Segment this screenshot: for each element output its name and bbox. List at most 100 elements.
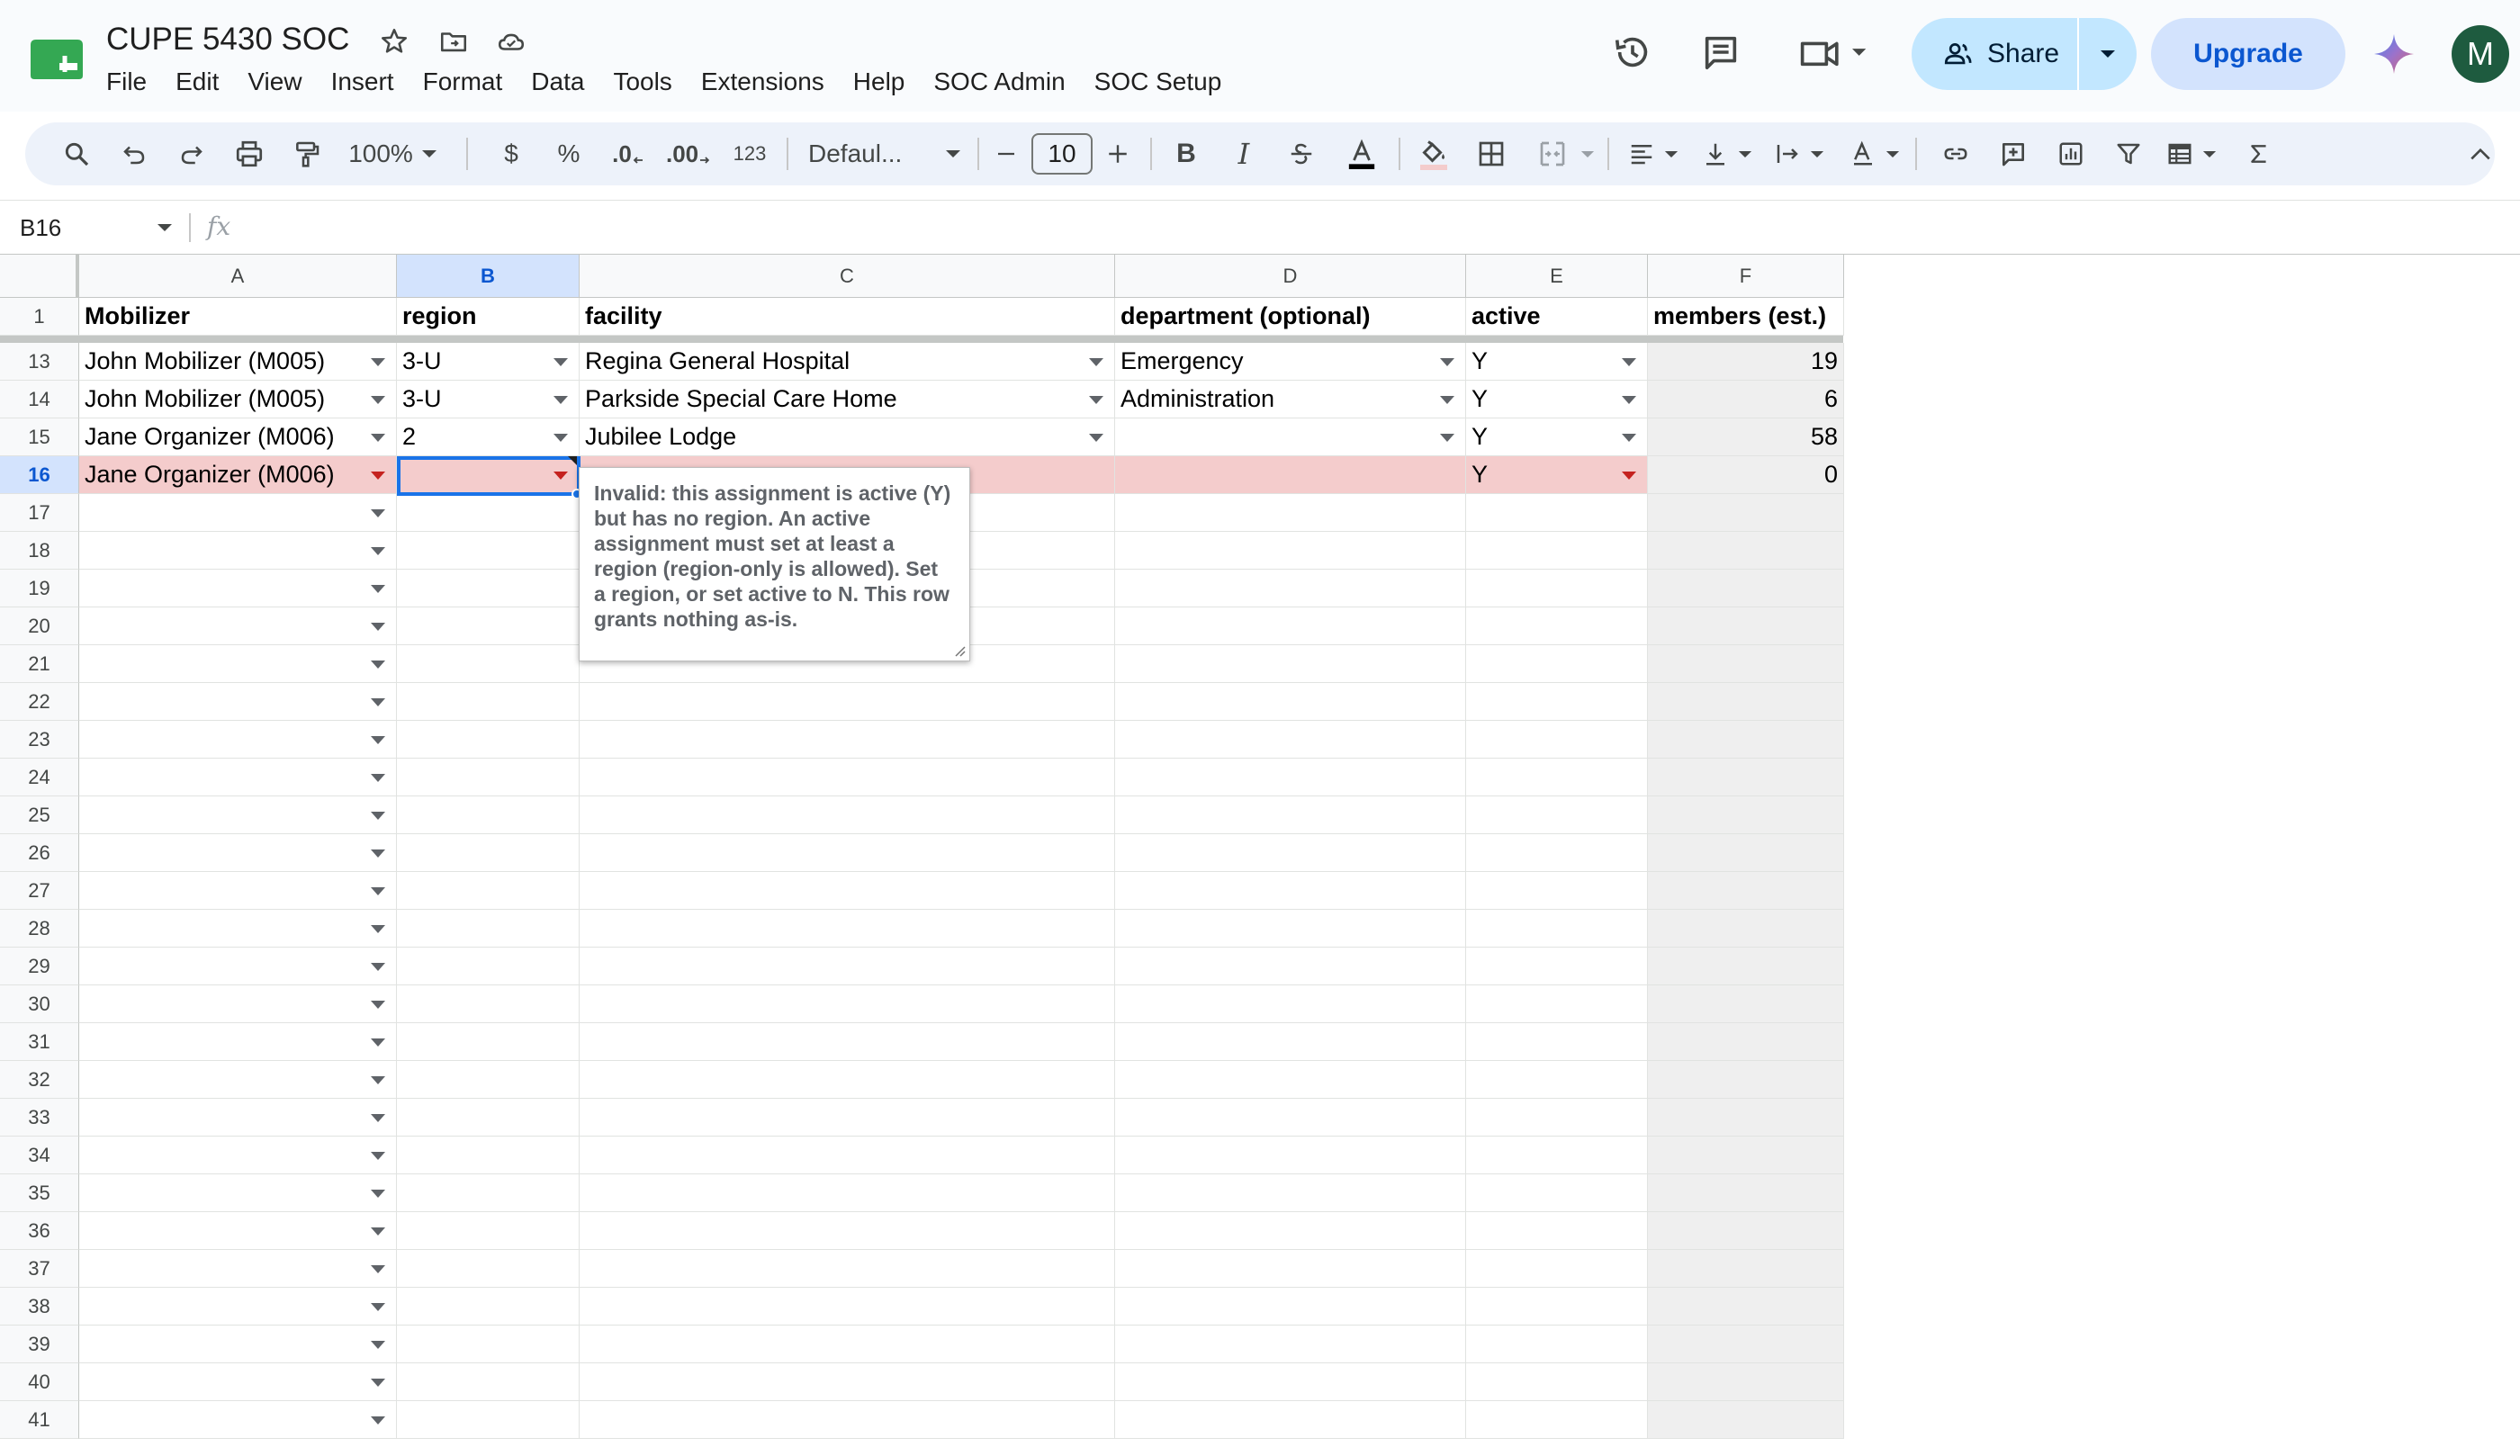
upgrade-button[interactable]: Upgrade [2151, 18, 2345, 90]
table-cell[interactable] [1115, 1288, 1466, 1326]
table-cell[interactable]: 19 [1648, 343, 1844, 381]
table-cell[interactable] [1466, 948, 1648, 985]
table-cell[interactable] [397, 1061, 580, 1099]
strikethrough-icon[interactable] [1283, 122, 1319, 185]
table-cell[interactable]: 3-U [397, 381, 580, 418]
table-cell[interactable] [79, 1401, 397, 1439]
row-header[interactable]: 37 [0, 1250, 79, 1288]
table-cell[interactable] [580, 872, 1115, 910]
table-cell[interactable] [580, 1363, 1115, 1401]
dropdown-chevron-icon[interactable] [1440, 396, 1454, 404]
table-cell[interactable] [397, 532, 580, 570]
menu-view[interactable]: View [233, 63, 316, 101]
format-currency-button[interactable]: $ [493, 122, 529, 185]
table-cell[interactable] [1466, 1137, 1648, 1174]
table-cell[interactable] [1466, 683, 1648, 721]
borders-icon[interactable] [1469, 122, 1514, 185]
dropdown-chevron-icon[interactable] [554, 434, 568, 442]
insert-chart-icon[interactable] [2048, 122, 2093, 185]
table-cell[interactable] [397, 1174, 580, 1212]
table-cell[interactable]: Jane Organizer (M006) [79, 456, 397, 494]
table-cell[interactable] [397, 1099, 580, 1137]
dropdown-chevron-icon[interactable] [371, 547, 385, 555]
version-history-icon[interactable] [1607, 27, 1658, 77]
menu-data[interactable]: Data [517, 63, 598, 101]
column-header-c[interactable]: C [580, 255, 1115, 298]
bold-button[interactable]: B [1168, 122, 1204, 185]
table-cell[interactable] [1466, 607, 1648, 645]
table-cell[interactable] [397, 607, 580, 645]
filter-icon[interactable] [2106, 122, 2151, 185]
menu-soc-setup[interactable]: SOC Setup [1080, 63, 1237, 101]
table-cell[interactable] [1115, 1023, 1466, 1061]
dropdown-chevron-icon[interactable] [371, 1038, 385, 1047]
table-chevron-down-icon[interactable] [2200, 122, 2219, 185]
table-cell[interactable] [397, 570, 580, 607]
row-header[interactable]: 27 [0, 872, 79, 910]
table-cell[interactable] [1115, 759, 1466, 796]
table-cell[interactable] [79, 1288, 397, 1326]
table-cell[interactable] [1648, 721, 1844, 759]
dropdown-chevron-icon[interactable] [371, 963, 385, 971]
menu-insert[interactable]: Insert [317, 63, 409, 101]
row-header[interactable]: 30 [0, 985, 79, 1023]
row-header[interactable]: 14 [0, 381, 79, 418]
table-cell[interactable] [79, 1326, 397, 1363]
font-chevron-down-icon[interactable] [940, 122, 967, 185]
table-cell[interactable] [580, 759, 1115, 796]
row-header[interactable]: 17 [0, 494, 79, 532]
table-cell[interactable] [79, 985, 397, 1023]
row-header[interactable]: 33 [0, 1099, 79, 1137]
table-cell[interactable] [79, 1137, 397, 1174]
dropdown-chevron-icon[interactable] [371, 1341, 385, 1349]
table-cell[interactable] [1115, 910, 1466, 948]
menu-edit[interactable]: Edit [161, 63, 233, 101]
table-cell[interactable] [1115, 456, 1466, 494]
table-cell[interactable] [1466, 1023, 1648, 1061]
name-box[interactable]: B16 [20, 210, 173, 246]
table-cell[interactable] [1648, 1326, 1844, 1363]
table-cell[interactable] [1466, 872, 1648, 910]
decrease-font-size-icon[interactable] [988, 122, 1024, 185]
validation-note-popup[interactable]: Invalid: this assignment is active (Y) b… [579, 467, 970, 661]
table-cell[interactable] [397, 985, 580, 1023]
table-cell[interactable]: Y [1466, 381, 1648, 418]
table-cell[interactable] [1115, 418, 1466, 456]
dropdown-chevron-icon[interactable] [1622, 434, 1636, 442]
dropdown-chevron-icon[interactable] [371, 736, 385, 744]
table-cell[interactable] [397, 1288, 580, 1326]
table-cell[interactable] [1648, 570, 1844, 607]
resize-handle-icon[interactable] [953, 644, 966, 657]
column-header-b[interactable]: B [397, 255, 580, 298]
table-cell[interactable] [1466, 834, 1648, 872]
header-cell[interactable]: active [1466, 298, 1648, 336]
dropdown-chevron-icon[interactable] [371, 434, 385, 442]
table-cell[interactable] [1466, 910, 1648, 948]
dropdown-chevron-icon[interactable] [371, 1076, 385, 1084]
dropdown-chevron-icon[interactable] [371, 1303, 385, 1311]
table-cell[interactable] [397, 759, 580, 796]
increase-font-size-icon[interactable] [1100, 122, 1136, 185]
table-cell[interactable] [1115, 532, 1466, 570]
table-cell[interactable] [79, 1061, 397, 1099]
halign-chevron-down-icon[interactable] [1661, 122, 1681, 185]
table-cell[interactable] [1115, 1401, 1466, 1439]
zoom-value[interactable]: 100% [348, 122, 413, 185]
table-cell[interactable]: John Mobilizer (M005) [79, 343, 397, 381]
table-cell[interactable] [580, 683, 1115, 721]
row-header[interactable]: 28 [0, 910, 79, 948]
header-cell[interactable]: region [397, 298, 580, 336]
table-cell[interactable] [79, 532, 397, 570]
insert-link-icon[interactable] [1933, 122, 1978, 185]
table-cell[interactable] [580, 834, 1115, 872]
row-header[interactable]: 23 [0, 721, 79, 759]
dropdown-chevron-icon[interactable] [371, 1379, 385, 1387]
menu-tools[interactable]: Tools [598, 63, 686, 101]
table-cell[interactable] [1466, 1250, 1648, 1288]
table-cell[interactable] [1115, 721, 1466, 759]
move-folder-icon[interactable] [436, 23, 472, 59]
table-cell[interactable] [1115, 570, 1466, 607]
functions-sigma-icon[interactable] [2239, 122, 2279, 185]
dropdown-chevron-icon[interactable] [371, 472, 385, 480]
table-cell[interactable]: 2 [397, 418, 580, 456]
